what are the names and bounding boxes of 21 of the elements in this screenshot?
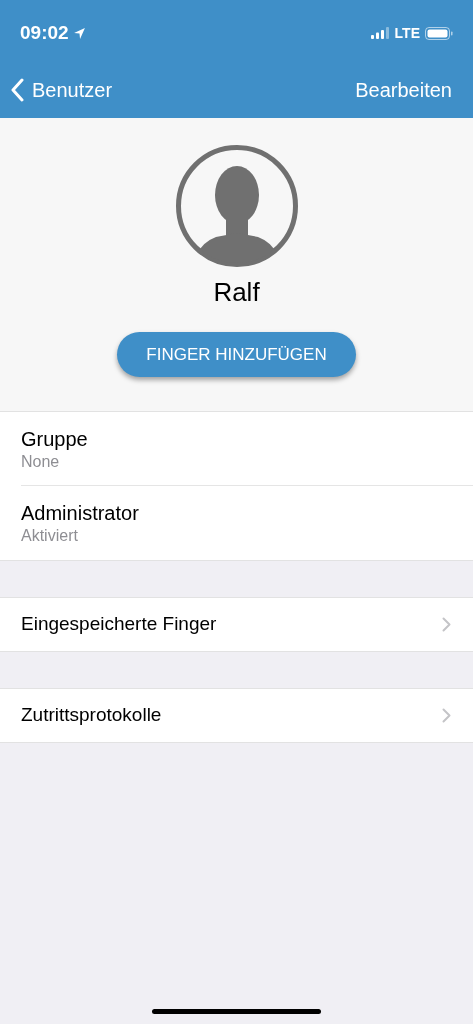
avatar-icon (175, 145, 298, 267)
chevron-right-icon (442, 708, 451, 723)
user-name: Ralf (213, 276, 260, 309)
chevron-left-icon (10, 78, 24, 102)
field-value: Aktiviert (21, 526, 79, 546)
list-row[interactable]: Zutrittsprotokolle (0, 688, 473, 743)
field-value: None (21, 451, 61, 472)
row-label: Eingespeicherte Finger (21, 612, 217, 637)
list-row[interactable]: Eingespeicherte Finger (0, 597, 473, 652)
signal-icon (370, 27, 390, 39)
chevron-right-icon (442, 617, 451, 632)
battery-icon (425, 26, 453, 40)
edit-button[interactable]: Bearbeiten (355, 75, 452, 105)
row-label: Zutrittsprotokolle (21, 703, 162, 728)
field-label: Gruppe (21, 426, 89, 452)
status-time: 09:02 (20, 20, 69, 45)
network-label: LTE (394, 23, 420, 43)
add-finger-button[interactable]: FINGER HINZUFÜGEN (117, 332, 356, 377)
location-arrow-icon (72, 26, 86, 40)
field-label: Administrator (21, 501, 140, 526)
back-button[interactable]: Benutzer (10, 75, 113, 105)
